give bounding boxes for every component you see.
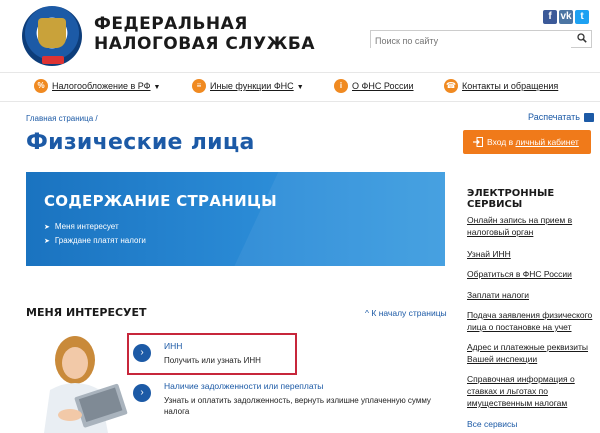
to-top-label: К началу страницы bbox=[371, 308, 447, 318]
banner-decoration bbox=[222, 172, 445, 266]
vk-icon[interactable]: vk bbox=[559, 10, 573, 24]
nav-item-taxation[interactable]: Налогообложение в РФ ▼ bbox=[52, 81, 160, 91]
fns-logo-icon[interactable] bbox=[22, 6, 82, 66]
sidebar-link-appeal[interactable]: Обратиться в ФНС России bbox=[467, 268, 595, 280]
nav-item-functions[interactable]: Иные функции ФНС ▼ bbox=[210, 81, 304, 91]
login-icon bbox=[473, 137, 483, 147]
main-nav: % Налогообложение в РФ ▼ ≡ Иные функции Ф… bbox=[0, 72, 600, 102]
sidebar-link-inn[interactable]: Узнай ИНН bbox=[467, 248, 595, 260]
nav-item-label: Иные функции ФНС bbox=[210, 81, 294, 91]
brand-line-1: ФЕДЕРАЛЬНАЯ bbox=[94, 14, 248, 34]
banner-link-interests[interactable]: Меня интересует bbox=[44, 222, 119, 231]
sidebar-link-requisites[interactable]: Адрес и платежные реквизиты Вашей инспек… bbox=[467, 341, 595, 365]
menu-icon: ≡ bbox=[192, 79, 206, 93]
contents-banner: СОДЕРЖАНИЕ СТРАНИЦЫ Меня интересует Граж… bbox=[26, 172, 445, 266]
item-debt-title[interactable]: Наличие задолженности или переплаты bbox=[164, 381, 323, 391]
highlight-frame bbox=[127, 333, 297, 375]
brand-line-2: НАЛОГОВАЯ СЛУЖБА bbox=[94, 34, 315, 54]
search-icon[interactable] bbox=[577, 33, 587, 43]
percent-icon: % bbox=[34, 79, 48, 93]
section-title: МЕНЯ ИНТЕРЕСУЕТ bbox=[26, 306, 147, 319]
site-brand[interactable]: ФЕДЕРАЛЬНАЯ НАЛОГОВАЯ СЛУЖБА bbox=[94, 14, 315, 54]
print-button[interactable]: Распечатать bbox=[528, 112, 594, 123]
sidebar-link-registration[interactable]: Подача заявления физического лица о пост… bbox=[467, 309, 595, 333]
nav-item-label: О ФНС России bbox=[352, 81, 414, 91]
info-icon: i bbox=[334, 79, 348, 93]
print-label: Распечатать bbox=[528, 112, 580, 122]
sidebar-title: ЭЛЕКТРОННЫЕ СЕРВИСЫ bbox=[467, 188, 555, 210]
arrow-right-icon[interactable]: › bbox=[133, 384, 151, 402]
phone-icon: ☎ bbox=[444, 79, 458, 93]
woman-with-laptop-image bbox=[44, 336, 128, 433]
site-header: ФЕДЕРАЛЬНАЯ НАЛОГОВАЯ СЛУЖБА f vk t bbox=[0, 0, 600, 68]
emblem-eagle-icon bbox=[38, 18, 66, 48]
nav-item-contacts[interactable]: Контакты и обращения bbox=[462, 81, 558, 91]
item-debt-desc: Узнать и оплатить задолженность, вернуть… bbox=[164, 396, 431, 416]
cabinet-link[interactable]: личный кабинет bbox=[515, 137, 578, 147]
item-inn-desc: Получить или узнать ИНН bbox=[164, 356, 261, 365]
arrow-right-icon[interactable]: › bbox=[133, 344, 151, 362]
nav-item-label: Налогообложение в РФ bbox=[52, 81, 151, 91]
to-top-link[interactable]: ^ К началу страницы bbox=[365, 308, 447, 318]
sidebar-link-rates[interactable]: Справочная информация о ставках и льгота… bbox=[467, 373, 595, 409]
chevron-down-icon: ▼ bbox=[153, 84, 161, 91]
sidebar-link-appointment[interactable]: Онлайн запись на прием в налоговый орган bbox=[467, 214, 595, 238]
chevron-down-icon: ▼ bbox=[296, 84, 304, 91]
search-box bbox=[370, 30, 592, 49]
chevron-up-icon: ^ bbox=[365, 308, 369, 318]
nav-item-label: Контакты и обращения bbox=[462, 81, 559, 91]
sidebar-link-all[interactable]: Все сервисы bbox=[467, 418, 595, 430]
emblem-ribbon-icon bbox=[42, 56, 64, 64]
cabinet-prefix: Вход в bbox=[487, 137, 514, 147]
personal-cabinet-button[interactable]: Вход в личный кабинет bbox=[463, 130, 591, 154]
banner-link-taxes[interactable]: Граждане платят налоги bbox=[44, 236, 146, 245]
breadcrumb[interactable]: Главная страница / bbox=[26, 114, 98, 123]
printer-icon bbox=[583, 113, 594, 123]
search-input[interactable] bbox=[371, 33, 571, 49]
banner-title: СОДЕРЖАНИЕ СТРАНИЦЫ bbox=[44, 192, 278, 210]
facebook-icon[interactable]: f bbox=[543, 10, 557, 24]
nav-item-about[interactable]: О ФНС России bbox=[352, 81, 414, 91]
item-inn-title[interactable]: ИНН bbox=[164, 341, 182, 351]
breadcrumb-home[interactable]: Главная страница bbox=[26, 114, 93, 123]
sidebar-link-pay[interactable]: Заплати налоги bbox=[467, 289, 595, 301]
page-title: Физические лица bbox=[26, 130, 255, 155]
twitter-icon[interactable]: t bbox=[575, 10, 589, 24]
